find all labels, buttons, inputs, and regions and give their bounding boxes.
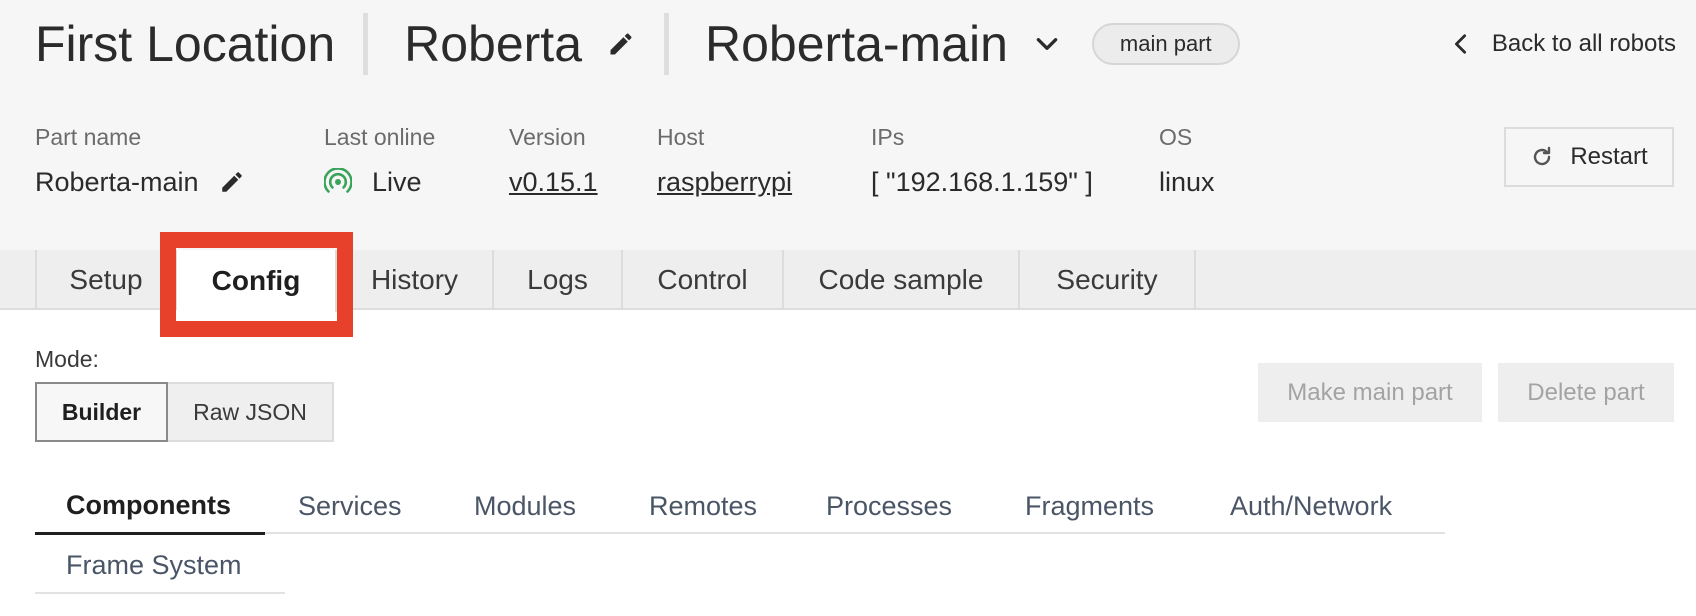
live-signal-icon	[324, 168, 352, 196]
os-label: OS	[1159, 124, 1193, 150]
subtab-frame-system[interactable]: Frame System	[66, 536, 242, 594]
robot-title: Roberta	[404, 16, 583, 72]
subtab-services[interactable]: Services	[298, 478, 402, 534]
edit-robot-name-icon[interactable]	[606, 29, 636, 59]
version-link[interactable]: v0.15.1	[509, 164, 598, 200]
config-sub-tabs-row2: Frame System	[35, 536, 285, 594]
part-name-value: Roberta-main	[35, 167, 199, 197]
main-part-badge: main part	[1091, 23, 1240, 65]
os-value: linux	[1159, 167, 1215, 197]
tab-logs[interactable]: Logs	[494, 250, 623, 310]
ips-value: [ "192.168.1.159" ]	[871, 167, 1093, 197]
tab-setup[interactable]: Setup	[35, 250, 177, 310]
last-online-label: Last online	[324, 124, 436, 150]
last-online-value: Live	[372, 167, 422, 197]
restart-button[interactable]: Restart	[1504, 127, 1674, 187]
subtab-modules[interactable]: Modules	[474, 478, 576, 534]
mode-label: Mode:	[35, 346, 99, 372]
ips-field: IPs [ "192.168.1.159" ]	[871, 122, 1093, 200]
config-sub-tabs: Components Services Modules Remotes Proc…	[35, 478, 1445, 535]
tab-code-sample[interactable]: Code sample	[784, 250, 1020, 310]
tab-security[interactable]: Security	[1020, 250, 1196, 310]
subtab-components[interactable]: Components	[35, 478, 265, 535]
part-name-label: Part name	[35, 124, 142, 150]
chevron-down-icon[interactable]	[1032, 29, 1062, 59]
host-link[interactable]: raspberrypi	[657, 164, 792, 200]
title-divider	[664, 13, 670, 75]
version-label: Version	[509, 124, 586, 150]
version-field: Version v0.15.1	[509, 122, 598, 200]
restart-label: Restart	[1570, 143, 1648, 170]
edit-part-name-icon[interactable]	[219, 169, 245, 195]
subtab-fragments[interactable]: Fragments	[1025, 478, 1154, 534]
title-divider	[363, 13, 369, 75]
back-label: Back to all robots	[1491, 30, 1676, 57]
tab-config[interactable]: Config	[177, 250, 337, 312]
subtab-processes[interactable]: Processes	[826, 478, 952, 534]
subtab-remotes[interactable]: Remotes	[649, 478, 757, 534]
subtab-auth-network[interactable]: Auth/Network	[1230, 478, 1392, 534]
host-field: Host raspberrypi	[657, 122, 792, 200]
raw-json-mode-button[interactable]: Raw JSON	[168, 382, 334, 442]
refresh-icon	[1530, 145, 1554, 169]
back-to-robots-link[interactable]: Back to all robots	[1450, 26, 1676, 62]
make-main-part-button[interactable]: Make main part	[1258, 363, 1482, 422]
part-name-field: Part name Roberta-main	[35, 122, 245, 200]
robot-tabs: Setup Config History Logs Control Code s…	[0, 250, 1696, 312]
chevron-left-icon	[1450, 33, 1472, 55]
part-title[interactable]: Roberta-main	[705, 12, 1008, 76]
builder-mode-button[interactable]: Builder	[35, 382, 168, 442]
location-title[interactable]: First Location	[35, 12, 335, 76]
mode-toggle: Builder Raw JSON	[35, 382, 334, 442]
tab-control[interactable]: Control	[623, 250, 784, 310]
host-label: Host	[657, 124, 705, 150]
delete-part-button[interactable]: Delete part	[1498, 363, 1674, 422]
breadcrumb: First Location Roberta Roberta-main main…	[35, 12, 1240, 76]
tab-history[interactable]: History	[337, 250, 494, 310]
os-field: OS linux	[1159, 122, 1215, 200]
ips-label: IPs	[871, 124, 905, 150]
last-online-field: Last online Live	[324, 122, 435, 200]
